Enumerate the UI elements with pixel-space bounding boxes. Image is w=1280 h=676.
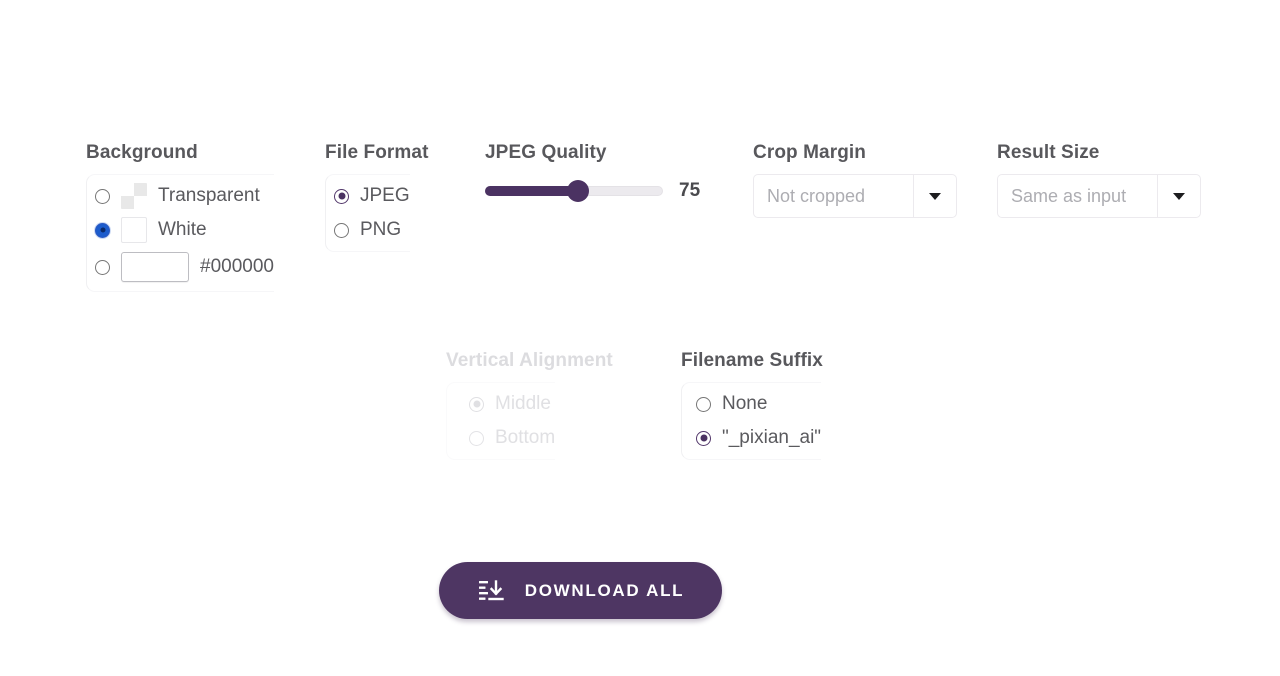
background-option-transparent-label: Transparent xyxy=(158,185,260,206)
crop-margin-select[interactable]: Not cropped xyxy=(753,174,957,218)
download-all-button-wrapper: DOWNLOAD ALL xyxy=(439,562,722,619)
chevron-down-icon xyxy=(929,192,941,200)
jpeg-quality-group-title: JPEG Quality xyxy=(485,142,607,163)
crop-margin-select-value[interactable]: Not cropped xyxy=(753,174,913,218)
file-format-radio-set: JPEG PNG xyxy=(325,174,410,252)
download-all-button-label: DOWNLOAD ALL xyxy=(524,580,685,600)
result-size-group: Result Size Same as input xyxy=(997,142,1201,218)
checkerboard-swatch-icon xyxy=(121,183,147,209)
color-picker-swatch[interactable] xyxy=(121,252,189,282)
vertical-alignment-radio-set: Middle Bottom xyxy=(446,382,556,460)
filename-suffix-radio-set: None "_pixian_ai" xyxy=(681,382,822,460)
filename-suffix-option-pixian-label: "_pixian_ai" xyxy=(722,427,822,448)
radio-filename-suffix-pixian[interactable] xyxy=(696,430,711,446)
download-list-icon xyxy=(478,579,504,600)
vertical-alignment-group: Vertical Alignment Middle Bottom xyxy=(446,350,613,460)
filename-suffix-option-none[interactable]: None xyxy=(696,387,821,421)
vertical-alignment-option-bottom-label: Bottom xyxy=(495,427,556,448)
background-option-white[interactable]: White xyxy=(95,213,274,247)
crop-margin-group: Crop Margin Not cropped xyxy=(753,142,957,218)
white-swatch-icon xyxy=(121,217,147,243)
radio-vertical-alignment-bottom xyxy=(469,430,484,446)
filename-suffix-group: Filename Suffix None "_pixian_ai" xyxy=(681,350,823,460)
background-radio-set: Transparent White #000000 xyxy=(86,174,274,292)
vertical-alignment-option-middle: Middle xyxy=(455,387,555,421)
options-panel: Background Transparent White #000000 Fil… xyxy=(0,0,1280,676)
radio-filename-suffix-none[interactable] xyxy=(696,396,711,412)
file-format-option-png[interactable]: PNG xyxy=(334,213,410,247)
crop-margin-select-toggle[interactable] xyxy=(913,174,957,218)
file-format-group: File Format JPEG PNG xyxy=(325,142,429,252)
result-size-select[interactable]: Same as input xyxy=(997,174,1201,218)
jpeg-quality-slider-row: 75 xyxy=(485,174,700,208)
filename-suffix-option-none-label: None xyxy=(722,393,768,414)
radio-file-format-png[interactable] xyxy=(334,222,349,238)
file-format-option-jpeg-label: JPEG xyxy=(360,185,410,206)
result-size-group-title: Result Size xyxy=(997,142,1100,163)
background-option-transparent[interactable]: Transparent xyxy=(95,179,274,213)
background-option-custom-color[interactable]: #000000 xyxy=(95,247,274,287)
jpeg-quality-value: 75 xyxy=(679,180,701,201)
radio-vertical-alignment-middle xyxy=(469,396,484,412)
vertical-alignment-option-middle-label: Middle xyxy=(495,393,551,414)
download-all-button[interactable]: DOWNLOAD ALL xyxy=(439,562,722,619)
radio-file-format-jpeg[interactable] xyxy=(334,188,349,204)
file-format-option-png-label: PNG xyxy=(360,219,402,240)
file-format-option-jpeg[interactable]: JPEG xyxy=(334,179,410,213)
jpeg-quality-slider[interactable] xyxy=(485,180,663,202)
vertical-alignment-option-bottom: Bottom xyxy=(455,421,555,455)
filename-suffix-group-title: Filename Suffix xyxy=(681,350,823,371)
background-group-title: Background xyxy=(86,142,198,163)
radio-background-custom-color[interactable] xyxy=(95,259,110,275)
background-option-white-label: White xyxy=(158,219,207,240)
result-size-select-toggle[interactable] xyxy=(1157,174,1201,218)
radio-background-transparent[interactable] xyxy=(95,188,110,204)
vertical-alignment-group-title: Vertical Alignment xyxy=(446,350,613,371)
radio-background-white[interactable] xyxy=(95,222,110,238)
file-format-group-title: File Format xyxy=(325,142,429,163)
slider-thumb[interactable] xyxy=(566,180,589,202)
filename-suffix-option-pixian[interactable]: "_pixian_ai" xyxy=(696,421,821,455)
background-group: Background Transparent White #000000 xyxy=(86,142,274,292)
chevron-down-icon xyxy=(1173,192,1185,200)
result-size-select-value[interactable]: Same as input xyxy=(997,174,1157,218)
crop-margin-group-title: Crop Margin xyxy=(753,142,866,163)
slider-fill xyxy=(485,186,578,196)
jpeg-quality-group: JPEG Quality 75 xyxy=(485,142,700,208)
background-hex-value: #000000 xyxy=(200,256,274,277)
